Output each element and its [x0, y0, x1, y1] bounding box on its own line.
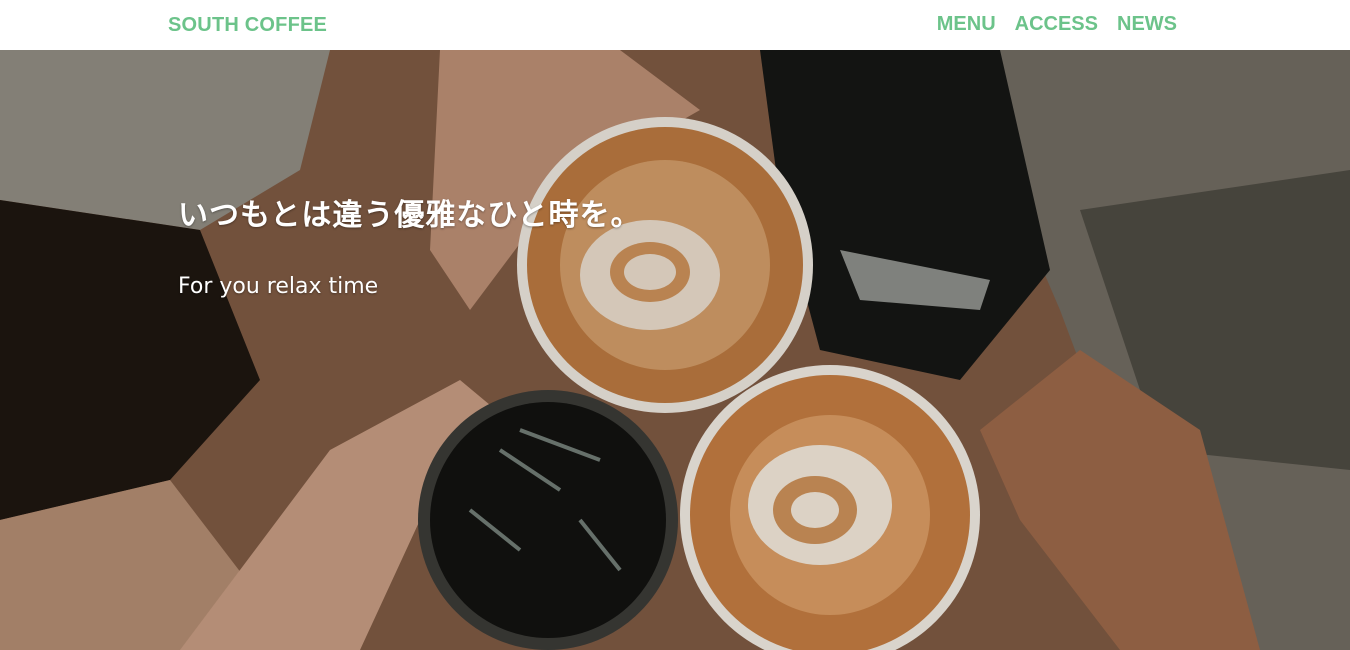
nav-item-menu[interactable]: MENU: [937, 13, 996, 36]
hero-subline: For you relax time: [178, 274, 379, 299]
site-header: SOUTH COFFEE MENU ACCESS NEWS: [0, 0, 1350, 50]
nav-item-access[interactable]: ACCESS: [1015, 13, 1098, 36]
main-nav: MENU ACCESS NEWS: [937, 13, 1177, 36]
hero-text: いつもとは違う優雅なひと時を。 For you relax time: [178, 190, 642, 299]
hero-headline: いつもとは違う優雅なひと時を。: [178, 198, 642, 233]
site-logo[interactable]: SOUTH COFFEE: [168, 14, 327, 37]
hero-section: いつもとは違う優雅なひと時を。 For you relax time: [0, 50, 1350, 650]
hero-coffee-image: [0, 50, 1350, 650]
nav-item-news[interactable]: NEWS: [1117, 13, 1177, 36]
